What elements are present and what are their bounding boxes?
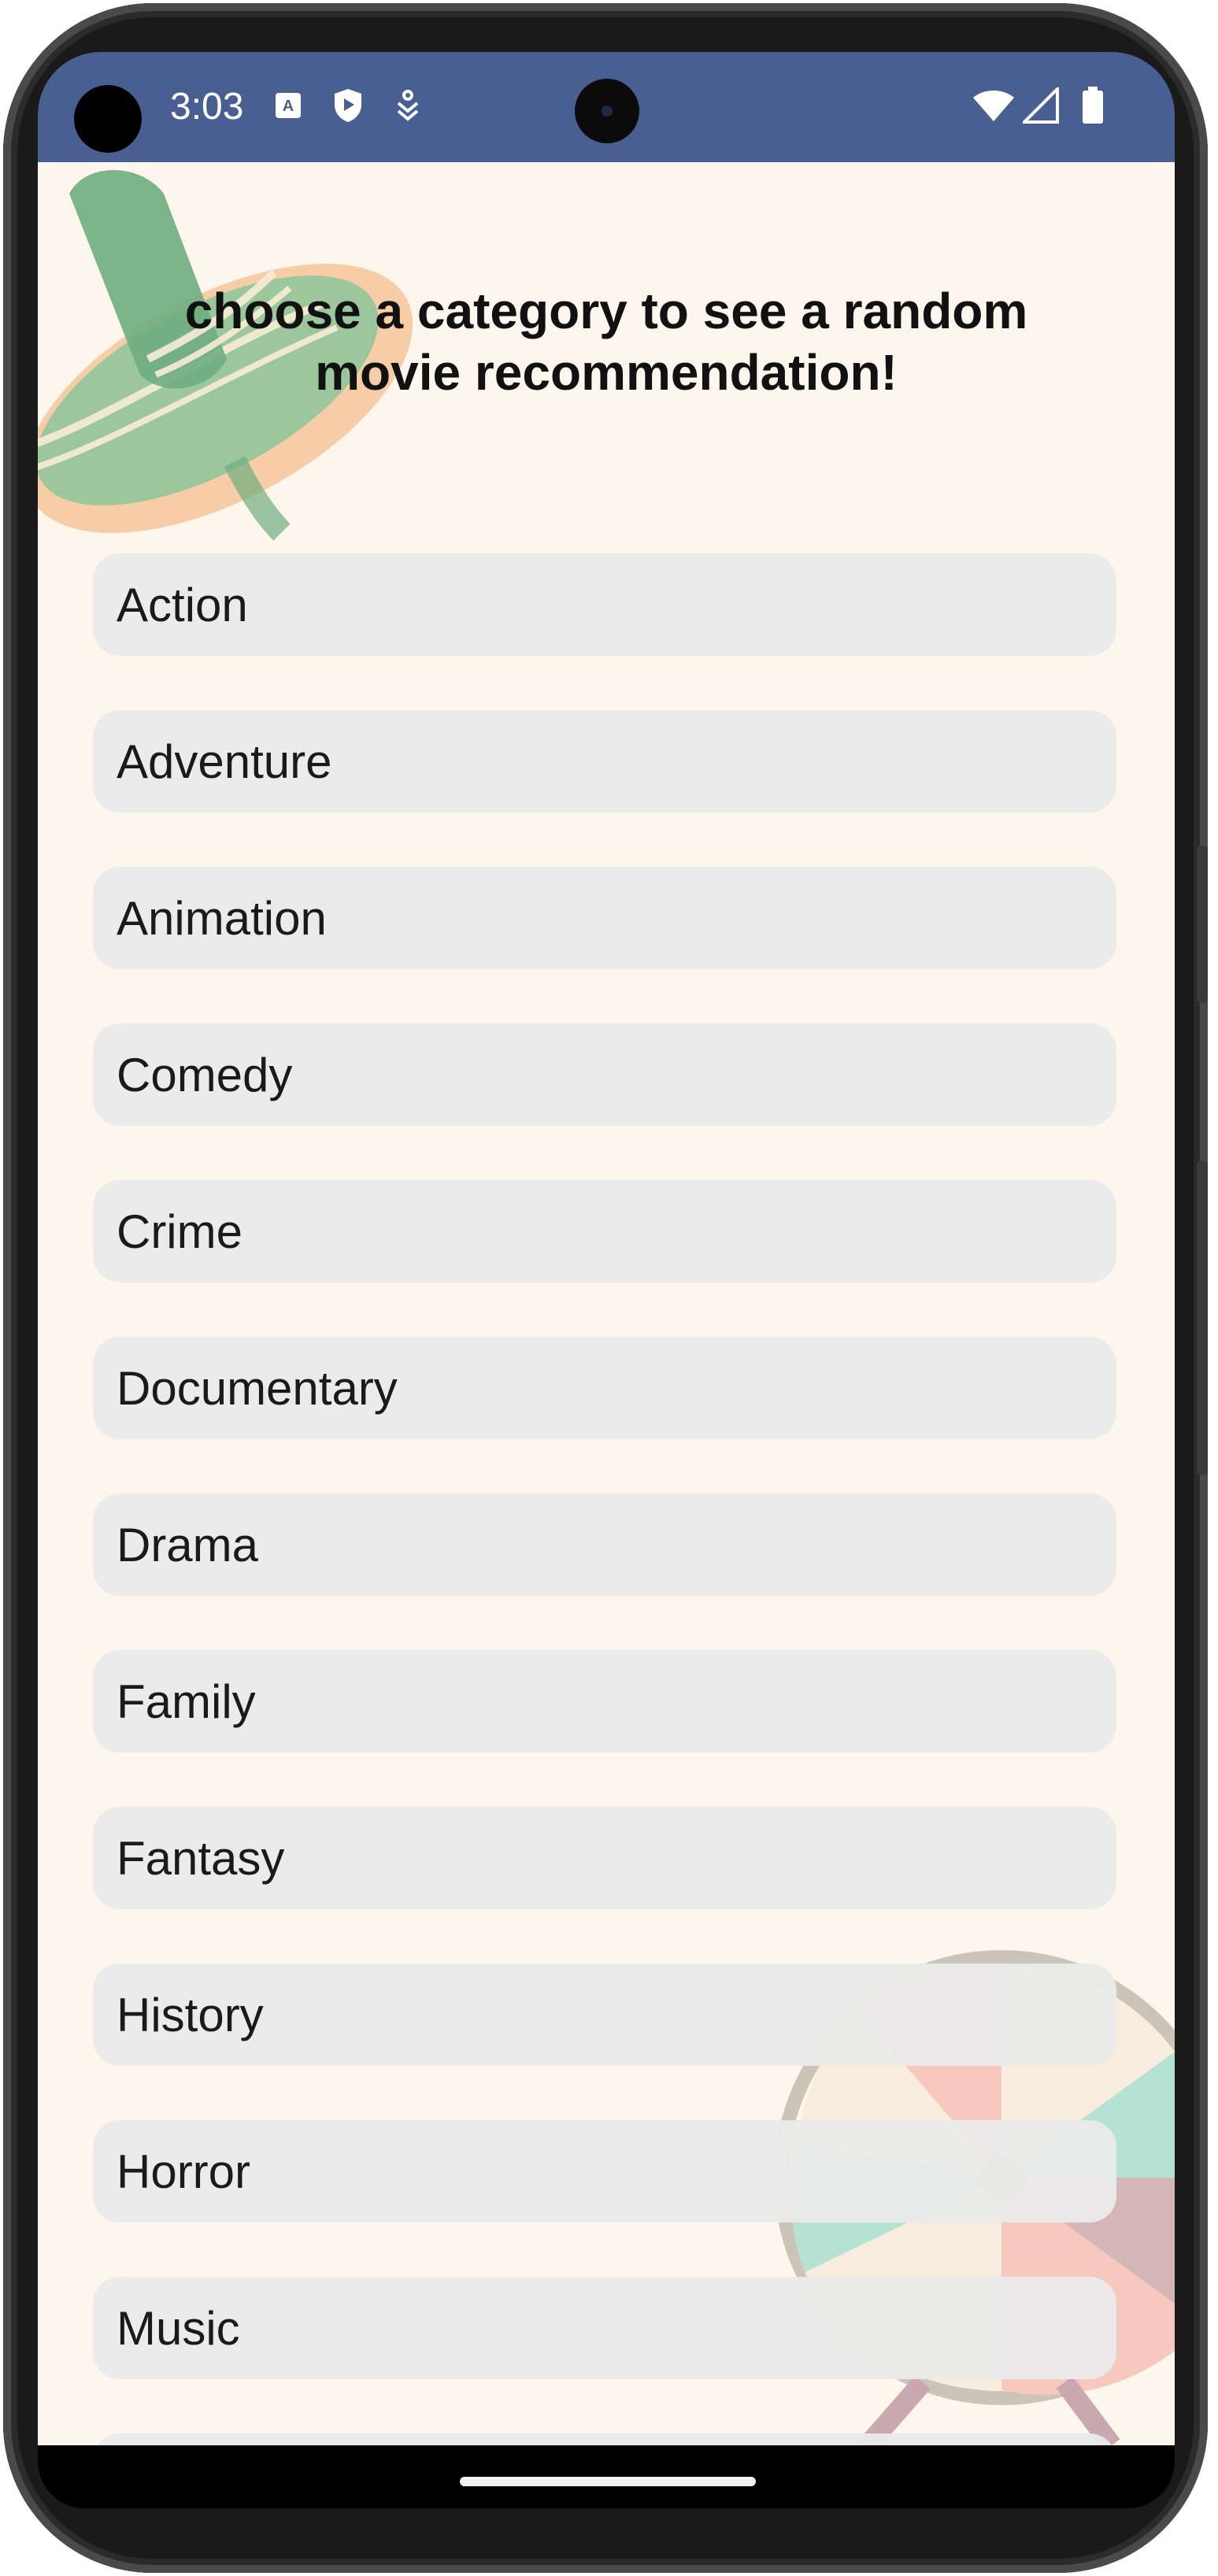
category-button-crime[interactable]: Crime [93, 1180, 1116, 1282]
category-button-partial[interactable] [93, 2434, 1116, 2445]
category-button-comedy[interactable]: Comedy [93, 1023, 1116, 1126]
power-button [1197, 1160, 1208, 1475]
battery-icon [1074, 87, 1112, 124]
wifi-icon [970, 87, 1017, 124]
status-bar: 3:03 A [38, 52, 1175, 162]
category-button-history[interactable]: History [93, 1963, 1116, 2066]
category-button-drama[interactable]: Drama [93, 1493, 1116, 1596]
category-button-animation[interactable]: Animation [93, 867, 1116, 969]
signal-icon [1022, 87, 1060, 124]
home-indicator[interactable] [460, 2477, 756, 2486]
svg-text:A: A [283, 98, 294, 115]
category-button-family[interactable]: Family [93, 1650, 1116, 1752]
shield-play-icon [329, 87, 367, 124]
category-button-documentary[interactable]: Documentary [93, 1337, 1116, 1439]
status-avatar-dot [74, 85, 142, 153]
page-title: choose a category to see a random movie … [184, 283, 1028, 401]
navigation-bar [38, 2445, 1175, 2508]
status-time: 3:03 [170, 86, 244, 128]
category-button-horror[interactable]: Horror [93, 2120, 1116, 2223]
category-button-adventure[interactable]: Adventure [93, 710, 1116, 812]
category-button-music[interactable]: Music [93, 2277, 1116, 2379]
front-camera [575, 79, 639, 143]
category-button-fantasy[interactable]: Fantasy [93, 1807, 1116, 1909]
download-person-icon [389, 87, 427, 124]
screen: 3:03 A choose a category to see a random… [38, 52, 1175, 2508]
font-a-icon: A [269, 87, 307, 124]
category-button-action[interactable]: Action [93, 553, 1116, 656]
volume-button [1197, 846, 1208, 1003]
phone-frame: 3:03 A choose a category to see a random… [3, 3, 1208, 2573]
main-content: choose a category to see a random movie … [38, 162, 1175, 2445]
